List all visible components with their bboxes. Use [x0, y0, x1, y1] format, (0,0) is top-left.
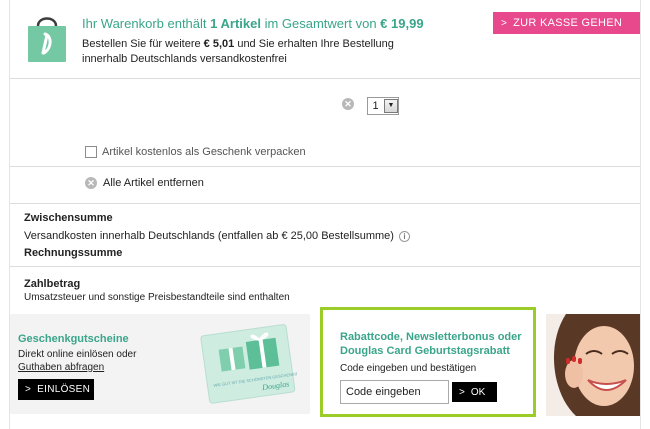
quantity-select[interactable]: 1 ▼ [367, 97, 399, 115]
gift-card-image: WIE GUT IST DIE SCHÖNSTEN GESCHENKIDEEN?… [200, 324, 297, 404]
amount-to-free-shipping: € 5,01 [203, 38, 235, 50]
gift-wrap-checkbox[interactable] [85, 146, 97, 158]
chevron-right-icon: > [25, 384, 32, 395]
coupon-ok-button[interactable]: > OK [452, 382, 497, 402]
gift-card-text: Direkt online einlösen oder [18, 349, 137, 360]
remove-item-icon[interactable]: ✕ [342, 98, 354, 110]
checkout-button[interactable]: > ZUR KASSE GEHEN [493, 12, 640, 34]
divider [10, 78, 640, 79]
remove-icon: ✕ [85, 177, 97, 189]
divider [10, 266, 640, 267]
divider [10, 166, 640, 167]
cart-count: 1 Artikel [210, 16, 261, 31]
total-label: Zahlbetrag [24, 278, 81, 290]
gift-wrap-option[interactable]: Artikel kostenlos als Geschenk verpacken [85, 146, 306, 158]
coupon-title: Rabattcode, Newsletterbonus oder Douglas… [340, 331, 522, 357]
subtotal-label: Zwischensumme [24, 212, 113, 224]
tax-note: Umsatzsteuer und sonstige Preisbestandte… [24, 292, 290, 303]
divider [10, 203, 640, 204]
shopping-bag-icon [28, 17, 66, 62]
remove-all-items-link[interactable]: ✕ Alle Artikel entfernen [85, 177, 204, 189]
info-icon[interactable]: i [398, 230, 410, 242]
promo-woman-photo [546, 314, 640, 416]
chevron-right-icon: > [501, 17, 508, 29]
coupon-code-input[interactable] [340, 380, 449, 404]
chevron-right-icon: > [459, 386, 465, 398]
redeem-button[interactable]: > EINLÖSEN [18, 379, 94, 400]
cart-total: € 19,99 [380, 16, 424, 31]
invoice-total-label: Rechnungssumme [24, 247, 123, 259]
free-shipping-notice: Bestellen Sie für weitere € 5,01 und Sie… [82, 38, 394, 65]
chevron-down-icon: ▼ [384, 99, 398, 113]
shipping-cost-row: Versandkosten innerhalb Deutschlands (en… [24, 230, 410, 242]
cart-summary-heading: Ihr Warenkorb enthält 1 Artikel im Gesam… [82, 16, 424, 31]
coupon-subtitle: Code eingeben und bestätigen [340, 363, 477, 374]
check-balance-link[interactable]: Guthaben abfragen [18, 362, 104, 373]
gift-card-title: Geschenkgutscheine [18, 333, 129, 345]
